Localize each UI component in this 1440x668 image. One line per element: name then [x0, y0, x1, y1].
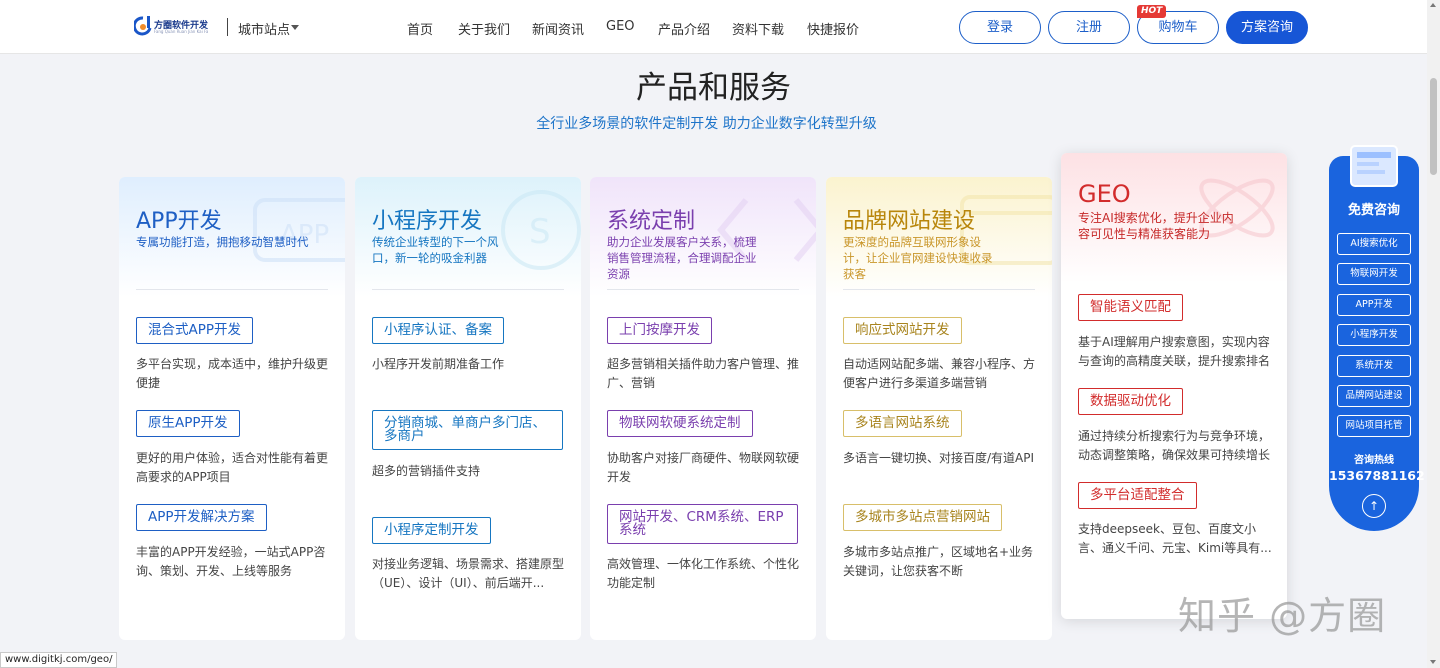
- tag-miniprogram-cert[interactable]: 小程序认证、备案: [372, 317, 504, 344]
- card-desc: 助力企业发展客户关系，梳理销售管理流程，合理调配企业资源: [607, 235, 757, 281]
- consult-button[interactable]: 方案咨询: [1226, 11, 1308, 44]
- logo-mark-icon: [134, 16, 152, 36]
- scrollbar-thumb[interactable]: [1430, 78, 1437, 175]
- card-geo: GEO 专注AI搜索优化，提升企业内容可见性与精准获客能力 智能语义匹配 基于A…: [1061, 153, 1287, 619]
- item-text: 更好的用户体验，适合对性能有着更高要求的APP项目: [136, 451, 329, 484]
- tag-responsive-site[interactable]: 响应式网站开发: [843, 317, 962, 344]
- chevron-down-icon[interactable]: [291, 25, 299, 30]
- side-btn-brand-site[interactable]: 品牌网站建设: [1337, 385, 1411, 407]
- scroll-down-arrow-icon[interactable]: [1430, 660, 1436, 664]
- hotline-number[interactable]: 15367881162: [1329, 468, 1425, 483]
- tag-multilingual-site[interactable]: 多语言网站系统: [843, 410, 962, 437]
- tag-data-driven[interactable]: 数据驱动优化: [1078, 388, 1183, 415]
- item-text: 对接业务逻辑、场景需求、搭建原型（UE）、设计（UI）、前后端开...: [372, 557, 565, 590]
- section-title: 产品和服务: [636, 70, 791, 106]
- side-btn-iot[interactable]: 物联网开发: [1337, 263, 1411, 285]
- item-text: 超多的营销插件支持: [372, 464, 481, 478]
- tag-miniprogram-custom[interactable]: 小程序定制开发: [372, 517, 491, 544]
- nav-home[interactable]: 首页: [407, 19, 433, 38]
- card-title: APP开发: [136, 209, 222, 234]
- nav-quote[interactable]: 快捷报价: [807, 19, 859, 38]
- item-text: 协助客户对接厂商硬件、物联网软硬开发: [607, 451, 800, 484]
- back-to-top-icon[interactable]: ↑: [1362, 494, 1386, 518]
- card-desc: 专属功能打造，拥抱移动智慧时代: [136, 235, 309, 249]
- section-subtitle: 全行业多场景的软件定制开发 助力企业数字化转型升级: [536, 116, 877, 132]
- tag-multicity-site[interactable]: 多城市多站点营销网站: [843, 504, 1002, 531]
- logo-subtitle: Fang Quan Ruan Jian Kai Fa: [154, 29, 209, 34]
- tag-native-app[interactable]: 原生APP开发: [136, 410, 240, 437]
- card-miniprogram: S 小程序开发 传统企业转型的下一个风口，新一轮的吸金利器 小程序认证、备案 小…: [355, 177, 581, 640]
- item-text: 支持deepseek、豆包、百度文小言、通义千问、元宝、Kimi等具有...: [1078, 522, 1272, 555]
- card-desc: 传统企业转型的下一个风口，新一轮的吸金利器: [372, 235, 499, 265]
- nav-downloads[interactable]: 资料下载: [732, 19, 784, 38]
- consult-illustration-icon: [1350, 145, 1398, 187]
- nav-geo[interactable]: GEO: [606, 19, 635, 34]
- card-app: APP APP开发 专属功能打造，拥抱移动智慧时代 混合式APP开发 多平台实现…: [119, 177, 345, 640]
- card-brand-website: 品牌网站建设 更深度的品牌互联网形象设计，让企业官网建设快速收录获客 响应式网站…: [826, 177, 1052, 640]
- tag-iot-system[interactable]: 物联网软硬系统定制: [607, 410, 753, 437]
- item-text: 多语言一键切换、对接百度/有道API: [843, 451, 1035, 465]
- divider: [372, 289, 564, 290]
- card-title: 小程序开发: [372, 209, 483, 234]
- free-consult-panel: 免费咨询 AI搜索优化 物联网开发 APP开发 小程序开发 系统开发 品牌网站建…: [1329, 145, 1425, 531]
- header-separator: [227, 18, 228, 36]
- item-text: 超多营销相关插件助力客户管理、推广、营销: [607, 357, 800, 390]
- watermark: 知乎 @方圈: [1178, 594, 1387, 638]
- side-btn-miniprogram[interactable]: 小程序开发: [1337, 324, 1411, 346]
- consult-title: 免费咨询: [1347, 203, 1400, 218]
- item-text: 通过持续分析搜索行为与竞争环境，动态调整策略，确保效果可持续增长: [1078, 429, 1271, 462]
- item-text: 多平台实现，成本适中，维护升级更便捷: [136, 357, 329, 390]
- nav-products[interactable]: 产品介绍: [658, 19, 710, 38]
- item-text: 自动适网站配多端、兼容小程序、方便客户进行多渠道多端营销: [843, 357, 1036, 390]
- item-text: 高效管理、一体化工作系统、个性化功能定制: [607, 557, 800, 590]
- svg-text:S: S: [529, 212, 551, 252]
- top-header: 方圈软件开发 Fang Quan Ruan Jian Kai Fa 城市站点 首…: [0, 0, 1427, 54]
- divider: [843, 289, 1035, 290]
- side-btn-app[interactable]: APP开发: [1337, 294, 1411, 316]
- item-text: 丰富的APP开发经验，一站式APP咨询、策划、开发、上线等服务: [136, 545, 326, 578]
- card-title: GEO: [1078, 180, 1131, 208]
- side-btn-hosting[interactable]: 网站项目托管: [1337, 415, 1411, 437]
- item-text: 基于AI理解用户搜索意图，实现内容与查询的高精度关联，提升搜索排名: [1078, 335, 1271, 368]
- nav-news[interactable]: 新闻资讯: [532, 19, 584, 38]
- tag-semantic-match[interactable]: 智能语义匹配: [1078, 294, 1183, 321]
- card-desc: 专注AI搜索优化，提升企业内容可见性与精准获客能力: [1078, 211, 1234, 241]
- item-text: 小程序开发前期准备工作: [372, 357, 505, 371]
- side-btn-system[interactable]: 系统开发: [1337, 355, 1411, 377]
- page-scrollbar[interactable]: [1427, 0, 1440, 668]
- card-title: 品牌网站建设: [843, 209, 976, 234]
- hotline-label: 咨询热线: [1354, 455, 1394, 466]
- hot-badge: HOT: [1137, 5, 1167, 18]
- card-desc: 更深度的品牌互联网形象设计，让企业官网建设快速收录获客: [843, 235, 993, 281]
- item-text: 多城市多站点推广，区域地名+业务关键词，让您获客不断: [843, 545, 1034, 578]
- tag-hybrid-app[interactable]: 混合式APP开发: [136, 317, 254, 344]
- card-system: 系统定制 助力企业发展客户关系，梳理销售管理流程，合理调配企业资源 上门按摩开发…: [590, 177, 816, 640]
- divider: [136, 289, 328, 290]
- tag-distribution-mall[interactable]: 分销商城、单商户多门店、多商户: [372, 410, 563, 450]
- nav-about[interactable]: 关于我们: [458, 19, 510, 38]
- app-deco-icon: APP: [253, 198, 345, 262]
- login-button[interactable]: 登录: [959, 11, 1041, 44]
- city-selector[interactable]: 城市站点: [238, 19, 290, 38]
- tag-multiplatform[interactable]: 多平台适配整合: [1078, 482, 1197, 509]
- scroll-up-arrow-icon[interactable]: [1430, 3, 1436, 7]
- tag-app-solution[interactable]: APP开发解决方案: [136, 504, 267, 531]
- tag-massage-dev[interactable]: 上门按摩开发: [607, 317, 712, 344]
- status-bar-url: www.digitkj.com/geo/: [0, 652, 118, 668]
- divider: [607, 289, 799, 290]
- tag-web-crm-erp[interactable]: 网站开发、CRM系统、ERP系统: [607, 504, 798, 544]
- register-button[interactable]: 注册: [1048, 11, 1130, 44]
- side-btn-ai-seo[interactable]: AI搜索优化: [1337, 233, 1411, 255]
- site-logo[interactable]: 方圈软件开发 Fang Quan Ruan Jian Kai Fa: [134, 14, 208, 38]
- card-title: 系统定制: [607, 209, 696, 234]
